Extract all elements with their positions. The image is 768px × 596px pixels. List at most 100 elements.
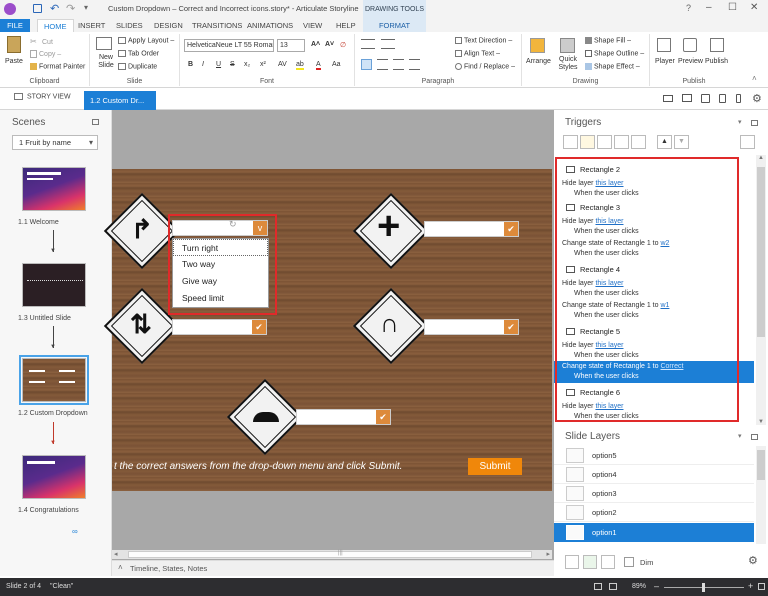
fit-to-window-icon[interactable] — [758, 583, 765, 590]
paste-trigger-button[interactable] — [614, 135, 629, 149]
panel-menu-icon[interactable]: ▾ — [738, 432, 742, 440]
tab-insert[interactable]: INSERT — [72, 19, 111, 32]
justify-button[interactable] — [409, 59, 420, 70]
layer-row[interactable]: option2 — [554, 503, 754, 522]
format-painter-button[interactable]: Format Painter — [30, 63, 85, 70]
shape-fill-button[interactable]: Shape Fill – — [585, 37, 631, 44]
phone-icon[interactable] — [736, 94, 741, 103]
scroll-right-icon[interactable]: ▸ — [546, 550, 550, 558]
shape-effect-button[interactable]: Shape Effect – — [585, 63, 640, 70]
highlight-button[interactable]: ab — [296, 61, 304, 70]
dropdown-field-5[interactable]: ✔ — [296, 409, 391, 425]
change-case-button[interactable]: Aa — [332, 61, 341, 68]
shape-outline-button[interactable]: Shape Outline – — [585, 50, 644, 57]
zoom-in-button[interactable]: + — [748, 581, 753, 591]
tab-slides[interactable]: SLIDES — [110, 19, 149, 32]
zoom-slider[interactable] — [664, 583, 744, 592]
help-button[interactable]: ? — [686, 3, 691, 13]
undo-icon[interactable]: ↶ — [50, 2, 59, 15]
align-left-button[interactable] — [361, 59, 372, 70]
align-right-button[interactable] — [393, 59, 404, 70]
dropdown-field-2[interactable]: ✔ — [424, 221, 519, 237]
move-up-button[interactable]: ▲ — [657, 135, 672, 149]
apply-layout-button[interactable]: Apply Layout – — [118, 37, 174, 44]
scene-filter-select[interactable]: 1 Fruit by name ▾ — [12, 135, 98, 150]
collapse-ribbon-icon[interactable]: ˄ — [752, 74, 757, 83]
tablet-portrait-icon[interactable] — [719, 94, 726, 103]
settings-gear-icon[interactable]: ⚙ — [752, 92, 762, 105]
tab-order-button[interactable]: Tab Order — [118, 50, 159, 57]
scrollbar-thumb[interactable] — [757, 167, 765, 337]
stage-horizontal-scrollbar[interactable]: ◂ ||| ▸ — [112, 550, 552, 559]
superscript-button[interactable]: x² — [260, 61, 266, 68]
text-direction-button[interactable]: Text Direction – — [455, 37, 512, 44]
submit-button[interactable]: Submit — [468, 458, 522, 475]
delete-layer-button[interactable] — [601, 555, 615, 569]
subscript-button[interactable]: x₂ — [244, 61, 250, 68]
zoom-out-button[interactable]: – — [654, 581, 659, 591]
tab-file[interactable]: FILE — [0, 19, 30, 32]
tab-transitions[interactable]: TRANSITIONS — [186, 19, 248, 32]
arrange-button[interactable]: Arrange — [526, 58, 551, 65]
tab-story-view[interactable]: STORY VIEW — [14, 93, 71, 100]
delete-trigger-button[interactable] — [631, 135, 646, 149]
font-size-select[interactable]: 13 — [277, 39, 305, 52]
dropdown-field-3[interactable]: ✔ — [172, 319, 267, 335]
scrollbar-thumb[interactable] — [757, 450, 765, 480]
minimize-button[interactable]: – — [706, 2, 712, 13]
scroll-up-icon[interactable]: ▲ — [758, 155, 764, 161]
scroll-left-icon[interactable]: ◂ — [114, 550, 118, 558]
panel-menu-icon[interactable]: ▾ — [738, 118, 742, 126]
shrink-font-button[interactable]: A˅ — [325, 41, 334, 48]
quick-styles-button[interactable]: Quick Styles — [555, 56, 581, 72]
numbering-icon[interactable] — [381, 39, 395, 49]
char-spacing-button[interactable]: AV — [278, 61, 287, 68]
layer-row-selected[interactable]: option1 — [554, 523, 754, 542]
slide-view-icon[interactable] — [609, 583, 617, 590]
variables-button[interactable] — [740, 135, 755, 149]
tab-design[interactable]: DESIGN — [148, 19, 189, 32]
layer-row[interactable]: option4 — [554, 465, 754, 484]
find-replace-button[interactable]: Find / Replace – — [455, 63, 515, 70]
player-button[interactable]: Player — [655, 58, 675, 65]
maximize-button[interactable]: ☐ — [728, 2, 737, 13]
panel-pin-icon[interactable] — [92, 119, 99, 125]
tab-help[interactable]: HELP — [330, 19, 362, 32]
slide-thumbnail-custom-dropdown[interactable] — [22, 358, 86, 402]
copy-trigger-button[interactable] — [597, 135, 612, 149]
font-family-select[interactable]: HelveticaNeue LT 55 Roman — [184, 39, 274, 52]
slide-thumbnail-welcome[interactable] — [22, 167, 86, 211]
scrollbar-thumb[interactable] — [128, 551, 532, 558]
new-trigger-button[interactable] — [563, 135, 578, 149]
bold-button[interactable]: B — [188, 61, 193, 68]
preview-button[interactable]: Preview — [678, 58, 703, 65]
paste-button[interactable]: Paste — [5, 58, 23, 65]
layer-row[interactable]: option5 — [554, 446, 754, 465]
zoom-slider-thumb[interactable] — [702, 583, 705, 592]
clear-format-button[interactable]: ∅ — [340, 41, 346, 49]
strikethrough-button[interactable]: S — [230, 61, 235, 68]
tab-format[interactable]: FORMAT — [363, 19, 426, 32]
grid-view-icon[interactable] — [594, 583, 602, 590]
rotate-handle-icon[interactable]: ↻ — [229, 219, 237, 230]
normal-view-icon[interactable] — [663, 95, 673, 102]
cut-button[interactable]: ✂ Cut — [30, 37, 53, 47]
scroll-down-icon[interactable]: ▼ — [758, 419, 764, 425]
panel-pin-icon[interactable] — [751, 120, 758, 126]
layers-scrollbar[interactable] — [756, 446, 766, 544]
align-center-button[interactable] — [377, 59, 388, 70]
move-down-button[interactable]: ▼ — [674, 135, 689, 149]
underline-button[interactable]: U — [216, 61, 221, 68]
edit-trigger-button[interactable] — [580, 135, 595, 149]
timeline-bar[interactable]: ˄ Timeline, States, Notes — [112, 560, 554, 576]
align-text-button[interactable]: Align Text – — [455, 50, 500, 57]
duplicate-layer-button[interactable] — [583, 555, 597, 569]
desktop-icon[interactable] — [682, 94, 692, 102]
tab-active-slide[interactable]: 1.2 Custom Dr... — [84, 91, 156, 110]
layer-settings-gear-icon[interactable]: ⚙ — [748, 554, 758, 567]
bullets-icon[interactable] — [361, 39, 375, 49]
new-layer-button[interactable] — [565, 555, 579, 569]
new-slide-button[interactable]: New Slide — [94, 54, 118, 70]
grow-font-button[interactable]: A˄ — [311, 41, 320, 48]
duplicate-button[interactable]: Duplicate — [118, 63, 157, 70]
